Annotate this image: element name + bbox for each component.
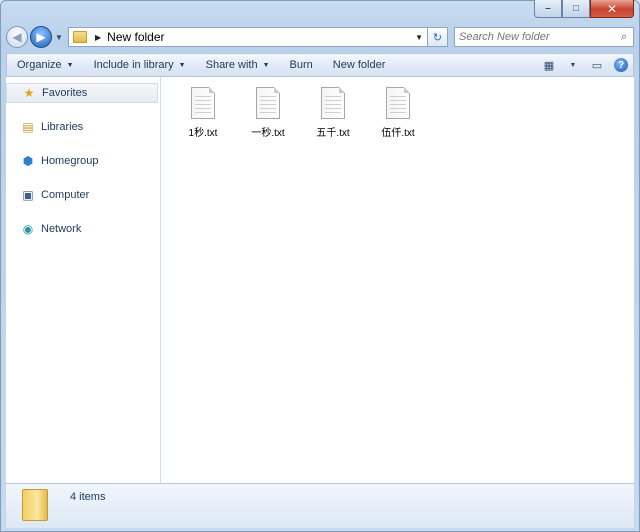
sidebar-item-label: Computer (41, 189, 90, 201)
new-folder-button[interactable]: New folder (323, 59, 396, 71)
refresh-icon: ↻ (432, 31, 443, 44)
help-button[interactable]: ? (609, 55, 633, 75)
text-file-icon (386, 87, 410, 119)
sidebar-item-favorites[interactable]: ★ Favorites (6, 83, 158, 103)
caption-buttons: – □ ✕ (534, 0, 634, 18)
include-in-library-label: Include in library (93, 59, 174, 71)
share-with-menu[interactable]: Share with ▼ (196, 59, 280, 71)
file-item[interactable]: 一秒.txt (238, 85, 298, 139)
file-name: 五千.txt (316, 128, 350, 139)
organize-menu[interactable]: Organize ▼ (7, 59, 84, 71)
chevron-down-icon: ▼ (569, 61, 577, 69)
close-button[interactable]: ✕ (590, 0, 634, 18)
navigation-bar: ◀ ▶ ▼ ▶ New folder ▼ ↻ ⌕ (6, 24, 634, 50)
address-bar[interactable]: ▶ New folder ▼ (68, 27, 428, 47)
views-icon: ▦ (543, 59, 555, 72)
search-icon[interactable]: ⌕ (615, 31, 633, 44)
sidebar-item-homegroup[interactable]: ⬢ Homegroup (6, 151, 158, 171)
sidebar-item-libraries[interactable]: ▤ Libraries (6, 117, 158, 137)
burn-button[interactable]: Burn (280, 59, 323, 71)
file-item[interactable]: 伍仟.txt (368, 85, 428, 139)
sidebar-item-computer[interactable]: ▣ Computer (6, 185, 158, 205)
file-item[interactable]: 1秒.txt (173, 85, 233, 139)
command-bar: Organize ▼ Include in library ▼ Share with… (6, 53, 634, 77)
folder-icon (73, 31, 87, 43)
star-icon: ★ (23, 86, 35, 100)
chevron-down-icon: ▼ (178, 61, 186, 69)
sidebar-item-network[interactable]: ◉ Network (6, 219, 158, 239)
chevron-down-icon: ▼ (262, 61, 270, 69)
sidebar-item-label: Favorites (42, 87, 88, 99)
libraries-icon: ▤ (22, 120, 34, 134)
text-file-icon (321, 87, 345, 119)
back-arrow-icon: ◀ (12, 30, 22, 44)
include-in-library-menu[interactable]: Include in library ▼ (84, 59, 196, 71)
file-name: 一秒.txt (251, 128, 285, 139)
computer-icon: ▣ (22, 188, 34, 202)
homegroup-icon: ⬢ (22, 154, 34, 168)
organize-label: Organize (17, 59, 62, 71)
chevron-down-icon: ▼ (66, 61, 74, 69)
network-icon: ◉ (22, 222, 34, 236)
recent-locations-button[interactable]: ▼ (54, 33, 64, 42)
view-options-dropdown[interactable]: ▼ (561, 55, 585, 75)
search-box: ⌕ (454, 27, 634, 47)
details-pane: 4 items (6, 483, 634, 528)
file-name: 伍仟.txt (381, 128, 415, 139)
folder-icon (22, 489, 48, 521)
search-input[interactable] (455, 30, 615, 44)
help-icon: ? (614, 58, 628, 72)
forward-arrow-icon: ▶ (36, 30, 46, 44)
breadcrumb-new-folder[interactable]: New folder (107, 30, 164, 44)
text-file-icon (256, 87, 280, 119)
sidebar-item-label: Libraries (41, 121, 84, 133)
navigation-pane: ★ Favorites ▤ Libraries ⬢ Homegroup ▣ Co… (6, 77, 161, 483)
explorer-window: – □ ✕ ◀ ▶ ▼ ▶ New folder ▼ ↻ ⌕ Organize ▼… (0, 0, 640, 532)
address-dropdown-icon[interactable]: ▼ (411, 33, 427, 42)
share-with-label: Share with (205, 59, 258, 71)
file-list[interactable]: 1秒.txt 一秒.txt 五千.txt 伍仟.txt (161, 77, 634, 483)
file-item[interactable]: 五千.txt (303, 85, 363, 139)
minimize-button[interactable]: – (534, 0, 562, 18)
forward-button[interactable]: ▶ (30, 26, 52, 48)
breadcrumb-arrow-icon[interactable]: ▶ (95, 33, 101, 42)
preview-pane-icon: ▭ (591, 59, 603, 72)
preview-pane-button[interactable]: ▭ (585, 55, 609, 75)
refresh-button[interactable]: ↻ (428, 27, 448, 47)
text-file-icon (191, 87, 215, 119)
view-controls: ▦ ▼ ▭ ? (537, 55, 633, 75)
file-name: 1秒.txt (188, 128, 218, 139)
item-count: 4 items (70, 491, 106, 503)
change-view-button[interactable]: ▦ (537, 55, 561, 75)
sidebar-item-label: Homegroup (41, 155, 99, 167)
back-button[interactable]: ◀ (6, 26, 28, 48)
maximize-button[interactable]: □ (562, 0, 590, 18)
sidebar-item-label: Network (41, 223, 82, 235)
